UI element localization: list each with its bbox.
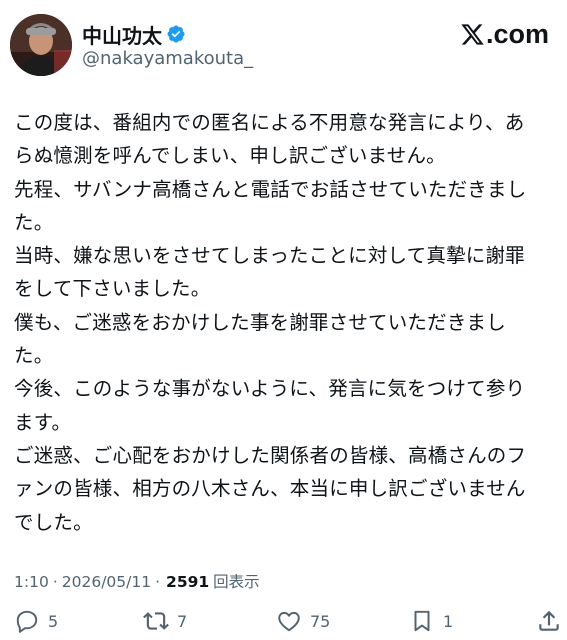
- share-icon: [536, 608, 562, 634]
- views-label: 回表示: [213, 573, 260, 591]
- post-line: 先程、サバンナ高橋さんと電話でお話させていただきまし: [14, 177, 527, 201]
- post-line: ァンの皆様、相方の八木さん、本当に申し訳ございません: [14, 477, 526, 501]
- post-line: た。: [14, 344, 54, 368]
- bookmark-count: 1: [443, 611, 454, 631]
- bookmark-icon: [409, 608, 435, 634]
- post-meta: 1:10 · 2026/05/11 · 2591 回表示: [14, 570, 260, 592]
- display-name[interactable]: 中山功太: [82, 20, 162, 49]
- share-button[interactable]: [536, 608, 562, 634]
- x-brand[interactable]: .com: [460, 18, 549, 50]
- reply-icon: [14, 608, 40, 634]
- post-line: ます。: [14, 410, 72, 434]
- display-name-row: 中山功太: [82, 20, 186, 48]
- bookmark-button[interactable]: 1: [409, 608, 453, 634]
- action-bar: 5 7 75 1: [0, 604, 567, 640]
- post-line: をして下さいました。: [14, 277, 211, 301]
- reply-count: 5: [48, 611, 59, 631]
- like-button[interactable]: 75: [276, 608, 330, 634]
- like-count: 75: [310, 611, 331, 631]
- meta-separator: ·: [52, 573, 58, 591]
- meta-separator: ·: [155, 573, 161, 591]
- post-line: た。: [14, 210, 54, 234]
- post-line: ご迷惑、ご心配をおかけした関係者の皆様、高橋さんのフ: [14, 443, 527, 467]
- repost-button[interactable]: 7: [143, 608, 187, 634]
- post-line: でした。: [14, 510, 93, 534]
- post-line: 今後、このような事がないように、発言に気をつけて参り: [14, 377, 526, 401]
- user-handle[interactable]: @nakayamakouta_: [82, 48, 253, 69]
- post-line: 当時、嫌な思いをさせてしまったことに対して真摯に謝罪: [14, 244, 525, 268]
- brand-domain: .com: [485, 18, 549, 49]
- post-header: 中山功太 @nakayamakouta_ .com: [0, 0, 567, 90]
- x-logo-icon: [460, 22, 485, 47]
- avatar-image: [10, 14, 72, 76]
- post-line: らぬ憶測を呼んでしまい、申し訳ございません。: [14, 144, 446, 168]
- repost-count: 7: [177, 611, 188, 631]
- like-icon: [276, 608, 302, 634]
- reply-button[interactable]: 5: [14, 608, 58, 634]
- avatar[interactable]: [10, 14, 72, 76]
- repost-icon: [143, 608, 169, 634]
- post-text: この度は、番組内での匿名による不用意な発言により、あ らぬ憶測を呼んでしまい、申…: [14, 106, 559, 539]
- verified-badge-icon: [166, 24, 186, 44]
- views-count: 2591: [166, 573, 210, 591]
- post-line: 僕も、ご迷惑をおかけした事を謝罪させていただきまし: [14, 310, 506, 334]
- post-date[interactable]: 2026/05/11: [62, 573, 151, 591]
- post-time[interactable]: 1:10: [14, 573, 49, 591]
- post-line: この度は、番組内での匿名による不用意な発言により、あ: [14, 111, 525, 134]
